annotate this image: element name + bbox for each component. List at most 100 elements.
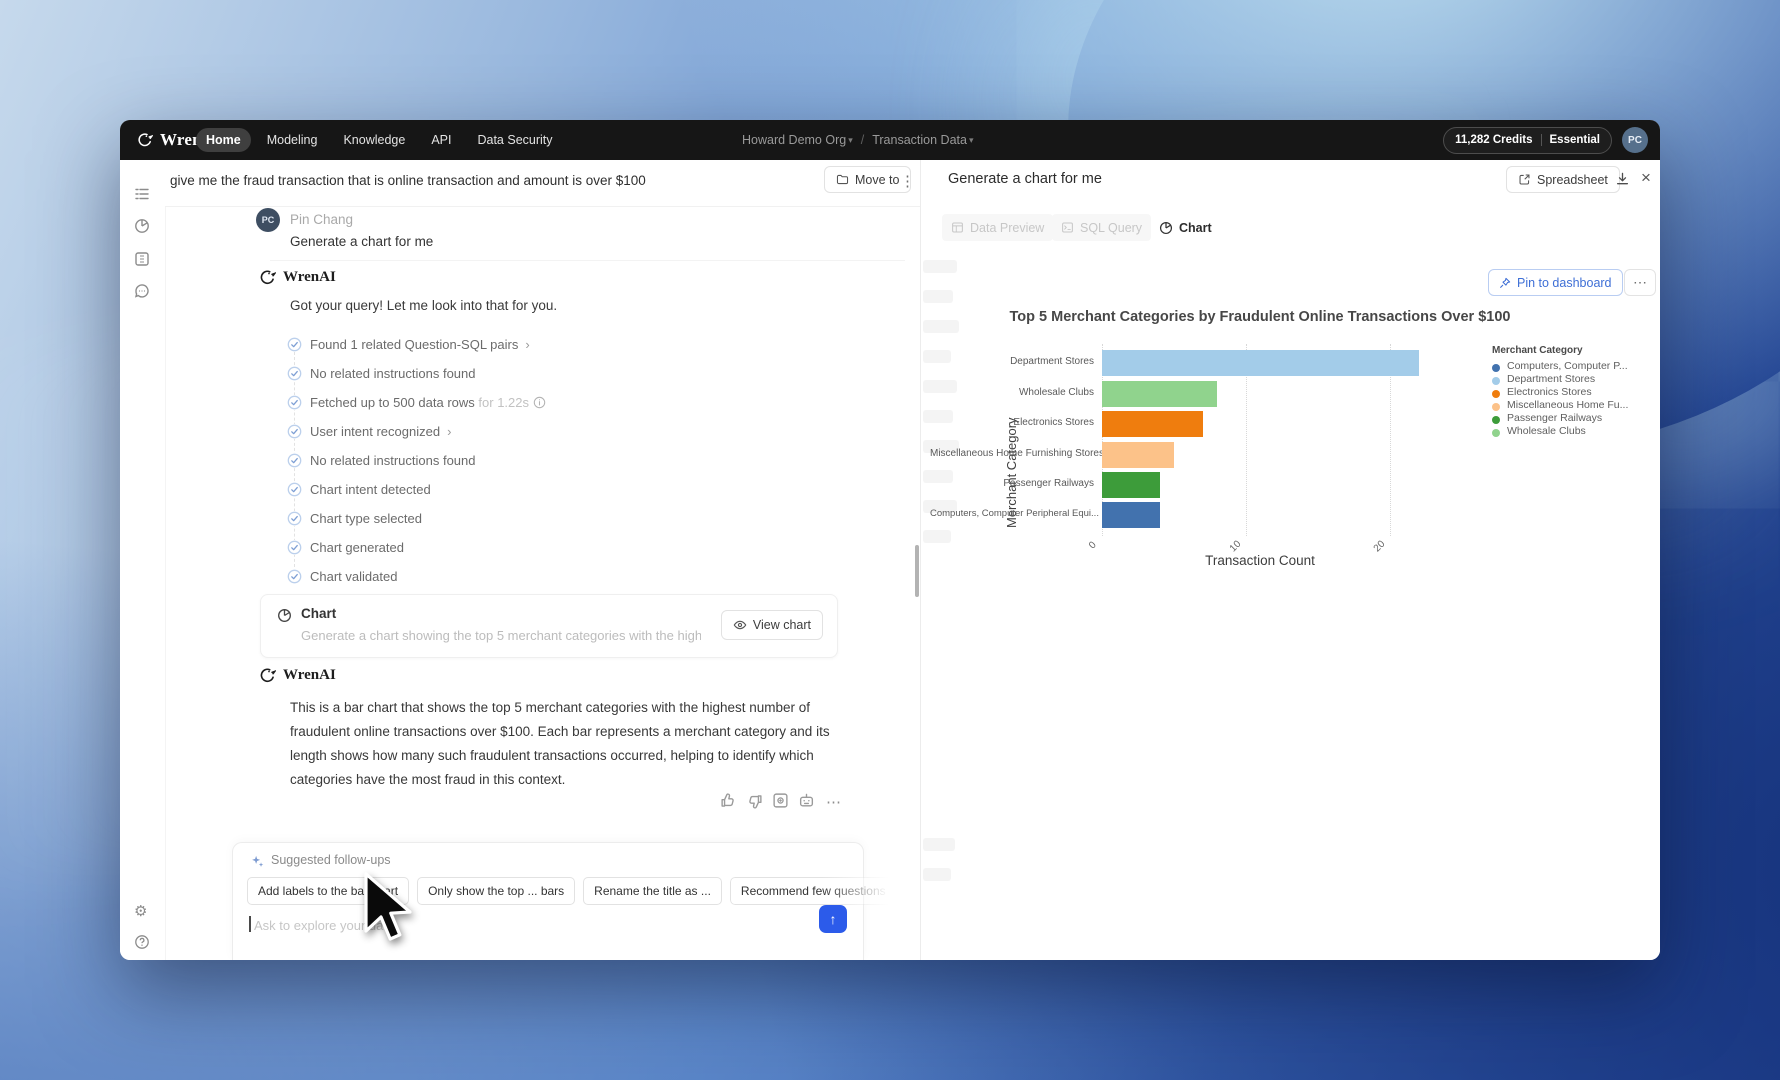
project-dropdown[interactable]: Transaction Data ▾	[872, 133, 973, 147]
robot-icon[interactable]	[798, 792, 815, 809]
chart-x-axis-label: Transaction Count	[1205, 553, 1315, 568]
legend-item: Electronics Stores	[1507, 386, 1592, 398]
nav-item-api[interactable]: API	[421, 128, 461, 152]
legend-dot	[1492, 390, 1500, 398]
followup-chips: Add labels to the bar chart Only show th…	[247, 877, 897, 905]
pie-chart-icon[interactable]	[134, 218, 150, 234]
main-nav: Home Modeling Knowledge API Data Securit…	[196, 120, 563, 160]
check-circle-icon	[287, 366, 302, 381]
close-icon[interactable]: ×	[1641, 168, 1651, 188]
nav-item-home[interactable]: Home	[196, 128, 251, 152]
pie-chart-icon	[277, 608, 292, 623]
bar-computers-peripheral[interactable]	[1102, 502, 1160, 528]
step-row[interactable]: Found 1 related Question-SQL pairs ›	[310, 337, 530, 352]
card-title: Chart	[301, 606, 337, 621]
legend-dot	[1492, 403, 1500, 411]
desktop-wallpaper: WrenAI Home Modeling Knowledge API Data …	[0, 0, 1780, 1080]
spreadsheet-button[interactable]: Spreadsheet	[1506, 166, 1620, 193]
followup-chip[interactable]: Recommend few questions	[729, 877, 897, 905]
tab-label: Chart	[1179, 220, 1212, 235]
spreadsheet-label: Spreadsheet	[1537, 172, 1608, 187]
ask-input[interactable]	[252, 911, 796, 939]
threads-list-icon[interactable]	[134, 186, 150, 202]
settings-gear-icon[interactable]: ⚙	[134, 902, 147, 920]
export-image-icon[interactable]	[772, 792, 789, 809]
suggested-followups-card: Suggested follow-ups Add labels to the b…	[232, 842, 897, 960]
chart-result-card[interactable]: Chart Generate a chart showing the top 5…	[260, 594, 838, 658]
legend-dot	[1492, 429, 1500, 437]
text-caret	[249, 916, 251, 932]
card-subtitle: Generate a chart showing the top 5 merch…	[301, 628, 701, 643]
view-chart-button[interactable]: View chart	[720, 610, 823, 640]
bar-electronics-stores[interactable]	[1102, 411, 1203, 437]
navbar-right: 11,282 Credits Essential PC	[1443, 120, 1648, 160]
spreadsheet-export-icon	[1518, 173, 1531, 186]
wrenai-logo-icon	[256, 268, 276, 288]
dashboard-icon[interactable]	[134, 251, 150, 267]
legend-title: Merchant Category	[1492, 345, 1583, 356]
wrenai-logo-icon	[256, 666, 276, 686]
category-label: Miscellaneous Home Furnishing Stores	[930, 448, 1104, 459]
folder-icon	[836, 173, 849, 186]
more-options-icon[interactable]: ⋯	[826, 793, 841, 811]
legend-item: Passenger Railways	[1507, 412, 1603, 424]
category-label: Electronics Stores	[1013, 417, 1094, 428]
followup-chip[interactable]: Only show the top ... bars	[417, 877, 576, 905]
legend-dot	[1492, 364, 1500, 372]
legend-item: Miscellaneous Home Fu...	[1507, 399, 1629, 411]
pin-label: Pin to dashboard	[1517, 275, 1612, 290]
check-circle-icon	[287, 511, 302, 526]
help-icon[interactable]	[134, 934, 150, 950]
chart-y-axis-label: Merchant Category	[1004, 417, 1019, 528]
user-avatar[interactable]: PC	[1622, 127, 1648, 153]
step-row: Fetched up to 500 data rows for 1.22s	[310, 395, 546, 410]
nav-item-modeling[interactable]: Modeling	[257, 128, 328, 152]
context-switcher: Howard Demo Org ▾ / Transaction Data ▾	[742, 120, 973, 160]
bar-misc-home-furnishing[interactable]	[1102, 442, 1174, 468]
project-name: Transaction Data	[872, 133, 967, 147]
step-duration: for 1.22s	[478, 395, 529, 410]
bar-passenger-railways[interactable]	[1102, 472, 1160, 498]
thumbs-down-icon[interactable]	[746, 793, 763, 810]
nav-item-knowledge[interactable]: Knowledge	[333, 128, 415, 152]
tab-data-preview[interactable]: Data Preview	[942, 214, 1054, 241]
chevron-down-icon: ▾	[968, 134, 974, 145]
legend-dot	[1492, 377, 1500, 385]
chat-scrollbar-thumb[interactable]	[915, 545, 919, 597]
wrenai-app-window: WrenAI Home Modeling Knowledge API Data …	[120, 120, 1660, 960]
tab-label: Data Preview	[970, 220, 1045, 235]
send-button[interactable]: ↑	[819, 905, 847, 933]
view-chart-label: View chart	[752, 618, 811, 632]
org-dropdown[interactable]: Howard Demo Org ▾	[742, 133, 853, 147]
check-circle-icon	[287, 569, 302, 584]
tab-sql-query[interactable]: SQL Query	[1052, 214, 1152, 241]
download-icon[interactable]	[1615, 171, 1630, 186]
followup-chip[interactable]: Rename the title as ...	[583, 877, 722, 905]
legend-item: Wholesale Clubs	[1507, 425, 1586, 437]
step-row: No related instructions found	[310, 453, 476, 468]
thumbs-up-icon[interactable]	[720, 792, 737, 809]
thread-menu-kebab-icon[interactable]: ⋮	[900, 172, 915, 190]
panel-more-button[interactable]: ⋯	[1624, 269, 1656, 296]
step-row[interactable]: User intent recognized ›	[310, 424, 451, 439]
bar-wholesale-clubs[interactable]	[1102, 381, 1218, 407]
check-circle-icon	[287, 482, 302, 497]
category-label: Computers, Computer Peripheral Equi...	[930, 508, 1099, 519]
nav-item-data-security[interactable]: Data Security	[467, 128, 562, 152]
credits-badge[interactable]: 11,282 Credits Essential	[1443, 126, 1612, 154]
chat-icon[interactable]	[134, 283, 150, 299]
skeleton-stripe	[923, 530, 951, 543]
user-name: Pin Chang	[290, 212, 354, 227]
pin-to-dashboard-button[interactable]: Pin to dashboard	[1488, 269, 1623, 296]
check-circle-icon	[287, 424, 302, 439]
org-name: Howard Demo Org	[742, 133, 847, 147]
message-divider	[270, 260, 905, 261]
move-to-button[interactable]: Move to	[824, 166, 912, 193]
category-label: Wholesale Clubs	[1018, 387, 1094, 398]
tab-label: SQL Query	[1080, 220, 1143, 235]
thread-title: give me the fraud transaction that is on…	[170, 173, 646, 188]
info-icon[interactable]	[533, 396, 546, 409]
bar-department-stores[interactable]	[1102, 350, 1419, 376]
step-row: No related instructions found	[310, 366, 476, 381]
tab-chart[interactable]: Chart	[1150, 214, 1221, 241]
